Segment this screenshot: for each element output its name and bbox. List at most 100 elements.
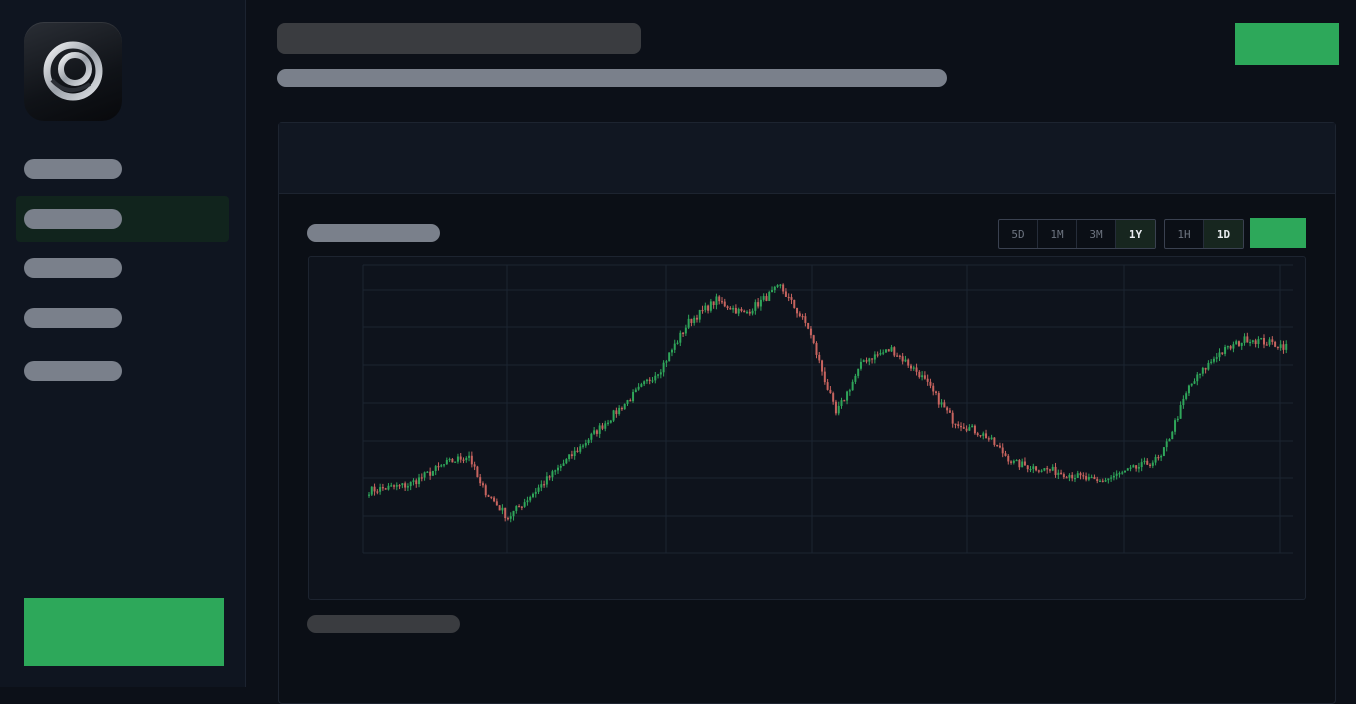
candle-body	[1254, 340, 1257, 345]
candle-body	[1221, 352, 1224, 354]
candle-body	[732, 307, 735, 310]
candle-body	[1115, 473, 1118, 476]
sidebar-primary-button[interactable]	[24, 598, 224, 666]
candle-body	[459, 456, 462, 460]
candle-body	[1021, 461, 1024, 468]
candle-body	[679, 332, 682, 343]
candle-body	[1040, 470, 1043, 472]
candle-body	[943, 402, 946, 408]
candle-body	[643, 381, 646, 385]
candle-body	[1232, 344, 1235, 349]
candle-body	[804, 316, 807, 323]
candle-body	[609, 420, 612, 423]
candle-body	[1018, 460, 1021, 468]
ring-logo-icon	[43, 41, 103, 101]
candle-body	[545, 476, 548, 485]
candle-body	[1135, 465, 1138, 469]
panel-header	[279, 123, 1335, 194]
candle-body	[1093, 476, 1096, 480]
candle-body	[884, 349, 887, 353]
candle-body	[420, 477, 423, 479]
range-selector: 5D 1M 3M 1Y	[998, 219, 1156, 249]
candle-body	[1185, 393, 1188, 399]
candle-body	[437, 466, 440, 468]
range-3m-button[interactable]: 3M	[1077, 220, 1116, 248]
candle-body	[1026, 465, 1029, 470]
candle-body	[623, 403, 626, 410]
candle-body	[1073, 478, 1076, 480]
candle-body	[998, 445, 1001, 448]
candle-body	[926, 378, 929, 382]
candle-body	[887, 349, 890, 352]
candle-body	[1046, 468, 1049, 470]
candle-body	[1051, 466, 1054, 471]
interval-1d-button[interactable]: 1D	[1204, 220, 1243, 248]
candle-body	[506, 518, 509, 520]
candle-body	[720, 301, 723, 303]
candle-body	[376, 491, 379, 493]
candle-body	[1071, 474, 1074, 479]
sidebar-item-5[interactable]	[16, 348, 229, 394]
candle-body	[659, 372, 662, 375]
candle-body	[960, 426, 963, 428]
candle-body	[1012, 460, 1015, 463]
candle-body	[743, 310, 746, 313]
interval-selector: 1H 1D	[1164, 219, 1244, 249]
candle-body	[701, 309, 704, 312]
candle-body	[615, 410, 618, 414]
candle-body	[1060, 472, 1063, 475]
candle-body	[468, 455, 471, 458]
candle-body	[595, 430, 598, 434]
sidebar-item-label	[24, 209, 122, 229]
range-1m-button[interactable]: 1M	[1038, 220, 1077, 248]
header-action-button[interactable]	[1235, 23, 1339, 65]
sidebar-item-4[interactable]	[16, 295, 229, 341]
sidebar-item-1[interactable]	[16, 146, 229, 192]
candle-body	[431, 470, 434, 476]
candle-body	[1168, 439, 1171, 442]
candle-body	[1004, 453, 1007, 456]
candle-body	[873, 354, 876, 360]
candle-body	[498, 505, 501, 511]
candle-body	[670, 349, 673, 353]
candle-body	[698, 309, 701, 320]
range-5d-button[interactable]: 5D	[999, 220, 1038, 248]
range-1y-button[interactable]: 1Y	[1116, 220, 1155, 248]
interval-1h-button[interactable]: 1H	[1165, 220, 1204, 248]
candle-body	[1226, 346, 1229, 348]
candle-body	[412, 480, 415, 482]
candle-body	[618, 407, 621, 414]
candle-body	[1065, 477, 1068, 479]
candle-body	[1090, 476, 1093, 479]
candle-body	[504, 507, 507, 519]
sidebar-item-3[interactable]	[16, 245, 229, 291]
sidebar-item-label	[24, 308, 122, 328]
chart-action-button[interactable]	[1250, 218, 1306, 248]
candle-body	[840, 400, 843, 406]
candle-body	[765, 296, 768, 301]
app-logo[interactable]	[24, 22, 122, 121]
candle-body	[409, 481, 412, 487]
candle-body	[948, 410, 951, 413]
candle-body	[907, 359, 910, 366]
candle-body	[568, 454, 571, 460]
candle-body	[1087, 477, 1090, 480]
candle-body	[1246, 336, 1249, 343]
candlestick-chart	[362, 264, 1293, 554]
candle-body	[954, 423, 957, 425]
sidebar-item-2-active[interactable]	[16, 196, 229, 242]
candle-body	[1279, 344, 1282, 348]
candle-body	[395, 485, 398, 487]
candle-body	[1079, 473, 1082, 476]
candle-body	[1104, 480, 1107, 482]
candle-body	[448, 458, 451, 461]
candle-body	[1196, 374, 1199, 382]
candle-body	[898, 355, 901, 357]
candle-body	[1190, 383, 1193, 386]
candle-body	[918, 371, 921, 378]
candle-body	[456, 456, 459, 462]
candle-body	[1204, 367, 1207, 370]
candle-body	[501, 507, 504, 511]
candle-body	[809, 328, 812, 336]
chart-title	[307, 224, 440, 242]
